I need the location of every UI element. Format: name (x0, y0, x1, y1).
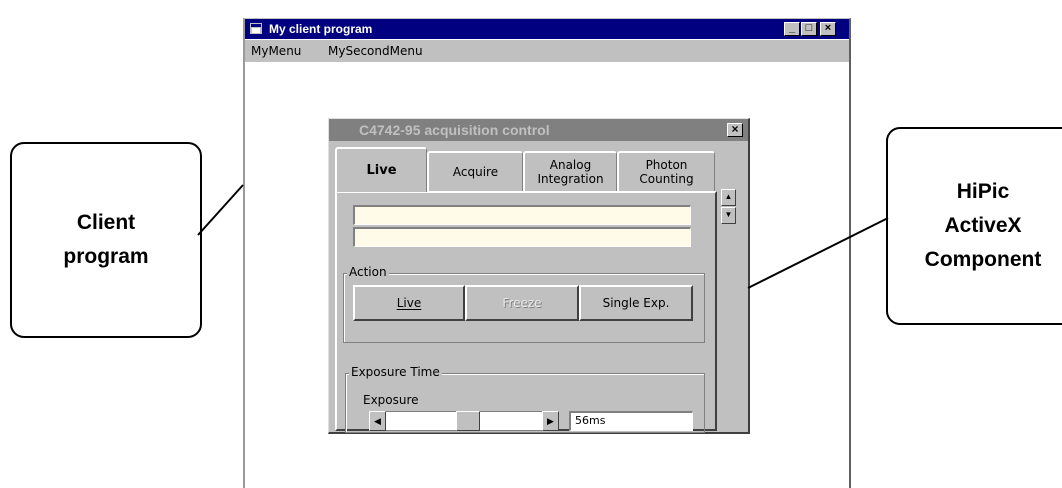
exposure-scrollbar[interactable]: ◀ ▶ (369, 411, 559, 431)
single-exposure-button-label: Single Exp. (602, 296, 670, 310)
exposure-value-field[interactable]: 56ms (569, 411, 693, 431)
tab-acquire-label: Acquire (452, 165, 499, 179)
close-icon: × (731, 122, 739, 136)
spin-up-icon: ▲ (724, 192, 733, 201)
exposure-value: 56ms (575, 414, 606, 427)
client-program-callout: Client program (10, 142, 202, 338)
exposure-scroll-thumb[interactable] (456, 411, 480, 431)
tab-live[interactable]: Live (335, 147, 427, 192)
minimize-icon: _ (788, 22, 796, 34)
component-callout-line-3: Component (924, 248, 1042, 271)
client-callout-line-2: program (63, 245, 149, 268)
app-icon (250, 23, 262, 34)
component-callout-line-2: ActiveX (944, 214, 1022, 237)
live-tab-page: Action Live Freeze Single Exp. Exposure … (335, 191, 717, 433)
tab-live-label: Live (366, 162, 397, 178)
freeze-button[interactable]: Freeze (465, 285, 579, 321)
menu-mysecondmenu[interactable]: MySecondMenu (328, 40, 423, 62)
live-button-label: Live (396, 296, 422, 310)
activex-component-callout: HiPic ActiveX Component (886, 127, 1062, 325)
tab-photon-counting[interactable]: Photon Counting (617, 151, 715, 191)
client-callout-line-1: Client (76, 211, 136, 234)
acquisition-title-bar[interactable]: C4742-95 acquisition control × (329, 119, 748, 141)
scroll-right-button[interactable]: ▶ (542, 411, 559, 431)
acquisition-close-button[interactable]: × (727, 123, 743, 137)
spin-down-icon: ▼ (724, 210, 733, 219)
client-title-bar[interactable]: My client program _ □ × (245, 19, 849, 39)
close-button[interactable]: × (820, 22, 836, 36)
info-field-2[interactable] (353, 227, 691, 247)
freeze-button-label: Freeze (502, 296, 542, 310)
acquisition-control-panel: C4742-95 acquisition control × Live Acqu… (328, 118, 750, 434)
exposure-label: Exposure (363, 393, 419, 407)
close-icon: × (824, 22, 832, 34)
exposure-time-group-label: Exposure Time (349, 365, 442, 379)
minimize-button[interactable]: _ (784, 22, 800, 36)
spin-down-button[interactable]: ▼ (721, 207, 736, 224)
menu-mymenu[interactable]: MyMenu (251, 40, 301, 62)
single-exposure-button[interactable]: Single Exp. (579, 285, 693, 321)
client-menu-bar: MyMenu MySecondMenu (245, 40, 849, 62)
scroll-left-icon: ◀ (374, 416, 381, 426)
spin-up-button[interactable]: ▲ (721, 189, 736, 206)
live-button[interactable]: Live (353, 285, 465, 321)
maximize-icon: □ (805, 22, 813, 34)
tab-acquire[interactable]: Acquire (427, 151, 523, 191)
acquisition-title: C4742-95 acquisition control (359, 122, 550, 138)
info-field-1[interactable] (353, 205, 691, 225)
tab-analog-integration-label: Analog Integration (537, 158, 604, 186)
tab-photon-counting-label: Photon Counting (639, 158, 694, 186)
scroll-left-button[interactable]: ◀ (369, 411, 386, 431)
action-group-label: Action (347, 265, 389, 279)
component-callout-line-1: HiPic (956, 180, 1010, 203)
scroll-right-icon: ▶ (547, 416, 554, 426)
client-window-title: My client program (269, 22, 373, 36)
tab-analog-integration[interactable]: Analog Integration (523, 151, 617, 191)
client-connector-line (197, 184, 244, 236)
maximize-button[interactable]: □ (801, 22, 817, 36)
